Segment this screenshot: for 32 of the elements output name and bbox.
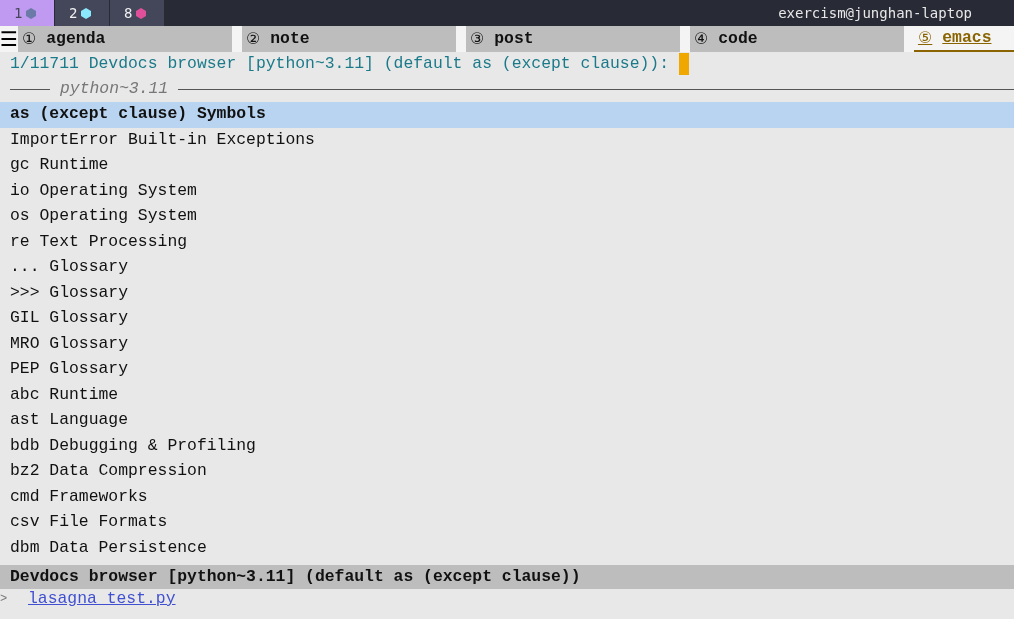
candidate-row[interactable]: >>> Glossary: [0, 280, 1014, 306]
workspace-tab[interactable]: 2: [55, 0, 109, 26]
tab[interactable]: ② note: [241, 26, 456, 52]
candidate-row[interactable]: abc Runtime: [0, 382, 1014, 408]
candidate-row[interactable]: PEP Glossary: [0, 357, 1014, 383]
candidate-row[interactable]: gc Runtime: [0, 153, 1014, 179]
file-link[interactable]: lasagna_test.py: [28, 590, 176, 608]
candidate-row[interactable]: ast Language: [0, 408, 1014, 434]
candidate-row[interactable]: os Operating System: [0, 204, 1014, 230]
workspace-tab[interactable]: 1: [0, 0, 54, 26]
candidate-row[interactable]: ... Glossary: [0, 255, 1014, 281]
tab[interactable]: ④ code: [689, 26, 904, 52]
candidate-row[interactable]: bz2 Data Compression: [0, 459, 1014, 485]
candidate-row[interactable]: bdb Debugging & Profiling: [0, 433, 1014, 459]
text-cursor: [679, 53, 689, 75]
window-title: exercism@junghan-laptop: [778, 3, 972, 23]
workspace-tab[interactable]: 8: [110, 0, 164, 26]
candidate-row[interactable]: GIL Glossary: [0, 306, 1014, 332]
candidate-row[interactable]: as (except clause) Symbols: [0, 102, 1014, 128]
prompt-text: 1/11711 Devdocs browser [python~3.11] (default as (except clause)):: [10, 52, 669, 75]
tab[interactable]: ③ post: [465, 26, 680, 52]
candidate-row[interactable]: io Operating System: [0, 178, 1014, 204]
candidate-row[interactable]: MRO Glossary: [0, 331, 1014, 357]
candidate-row[interactable]: ImportError Built-in Exceptions: [0, 127, 1014, 153]
candidate-row[interactable]: dbm Data Persistence: [0, 535, 1014, 561]
tab[interactable]: ① agenda: [17, 26, 232, 52]
candidate-row[interactable]: re Text Processing: [0, 229, 1014, 255]
candidate-row[interactable]: csv File Formats: [0, 510, 1014, 536]
menu-icon[interactable]: ☰: [0, 26, 18, 52]
group-title: python~3.11: [59, 77, 170, 100]
candidate-row[interactable]: cmd Frameworks: [0, 484, 1014, 510]
line-marker: >: [0, 592, 9, 606]
